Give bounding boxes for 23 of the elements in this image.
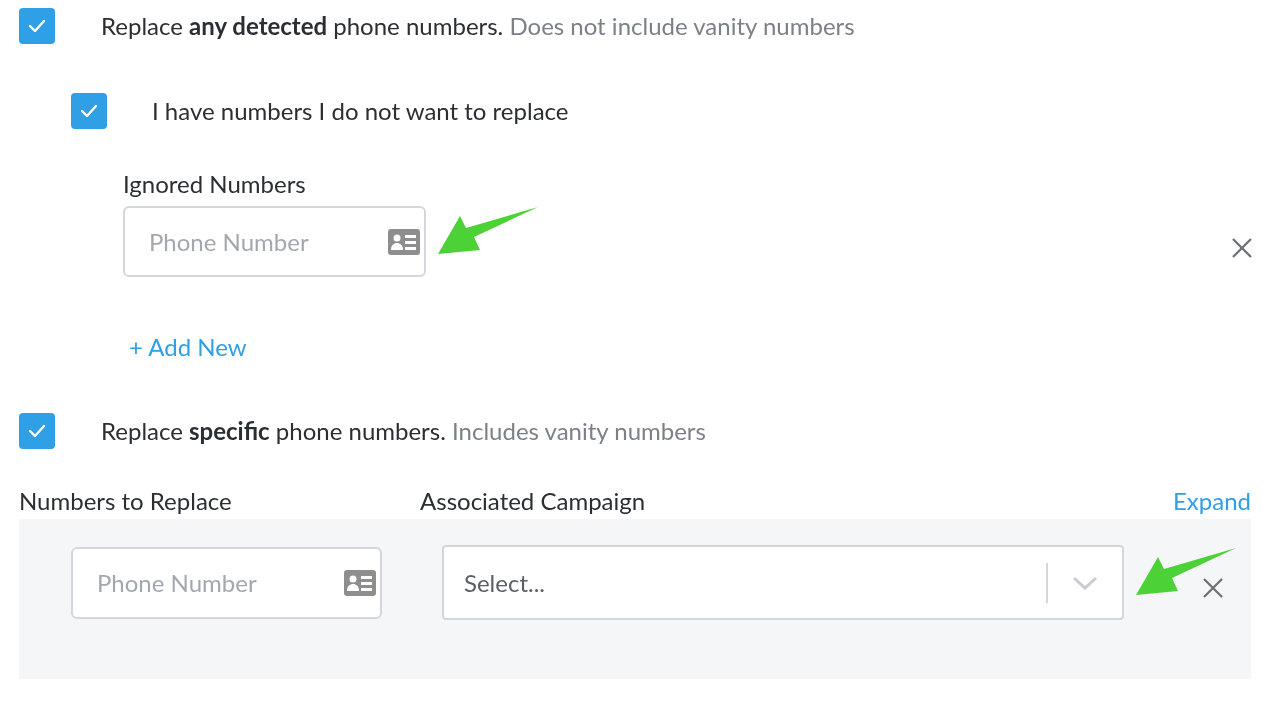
checkbox[interactable] [19, 8, 55, 44]
option-label: Replace any detected phone numbers. [101, 11, 504, 40]
close-icon[interactable] [1202, 576, 1224, 599]
contact-card-icon[interactable] [344, 569, 376, 596]
option-hint: Includes vanity numbers [452, 416, 706, 445]
phone-number-field[interactable]: Phone Number [123, 206, 426, 277]
add-new-link[interactable]: + Add New [129, 329, 247, 365]
check-icon [80, 104, 98, 118]
column-header: Associated Campaign [420, 485, 646, 517]
contact-card-icon[interactable] [388, 228, 420, 255]
option-label: I have numbers I do not want to replace [152, 96, 569, 125]
phone-number-field[interactable]: Phone Number [71, 546, 382, 619]
check-icon [28, 424, 46, 438]
expand-link[interactable]: Expand [1172, 483, 1251, 519]
column-header: Numbers to Replace [19, 485, 233, 517]
close-icon[interactable] [1231, 236, 1253, 259]
campaign-select[interactable]: Select... [442, 545, 1124, 620]
option-hint: Does not include vanity numbers [509, 11, 855, 40]
checkbox[interactable] [71, 93, 107, 129]
field-label: Ignored Numbers [123, 168, 307, 200]
checkbox[interactable] [19, 413, 55, 449]
option-label: Replace specific phone numbers. [101, 416, 446, 445]
check-icon [28, 19, 46, 33]
